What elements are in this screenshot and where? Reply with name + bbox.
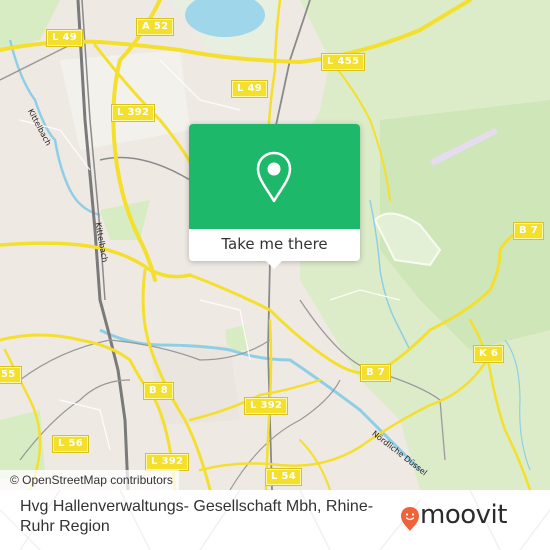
road-shield-b7: B 7 <box>360 364 391 382</box>
place-name: Hvg Hallenverwaltungs- Gesellschaft Mbh,… <box>20 498 374 535</box>
road-shield-l49: L 49 <box>231 80 268 98</box>
map-attribution[interactable]: © OpenStreetMap contributors <box>0 470 179 490</box>
road-shield-a52: A 52 <box>135 18 175 36</box>
map-pin-icon <box>256 151 292 203</box>
road-ring <box>0 241 192 279</box>
road-shield-b7: B 7 <box>513 222 544 240</box>
map-canvas[interactable]: L 49 A 52 L 455 L 49 L 392 B 7 K 6 B 7 5… <box>0 0 550 490</box>
road-shield-l56: L 56 <box>52 435 89 453</box>
road-shield-l392: L 392 <box>144 453 190 471</box>
popup-pointer <box>266 261 282 269</box>
moovit-logo[interactable]: moovit <box>400 500 530 534</box>
road-shield-l392: L 392 <box>243 397 289 415</box>
moovit-wordmark: moovit <box>420 500 507 530</box>
railway <box>0 44 71 81</box>
destination-popup: Take me there <box>189 124 360 269</box>
road-shield-l392: L 392 <box>110 104 156 122</box>
road-shield-l455: 55 <box>0 366 22 384</box>
road-shield-k6: K 6 <box>472 345 505 363</box>
road-shield-l455: L 455 <box>320 53 366 71</box>
take-me-there-button[interactable]: Take me there <box>189 229 360 261</box>
footer: Hvg Hallenverwaltungs- Gesellschaft Mbh,… <box>0 490 550 550</box>
road-shield-l49: L 49 <box>46 29 83 47</box>
popup-header <box>189 124 360 229</box>
moovit-pin-icon <box>401 507 419 531</box>
road-shield-l54: L 54 <box>265 468 302 486</box>
road-shield-b8: B 8 <box>143 382 174 400</box>
